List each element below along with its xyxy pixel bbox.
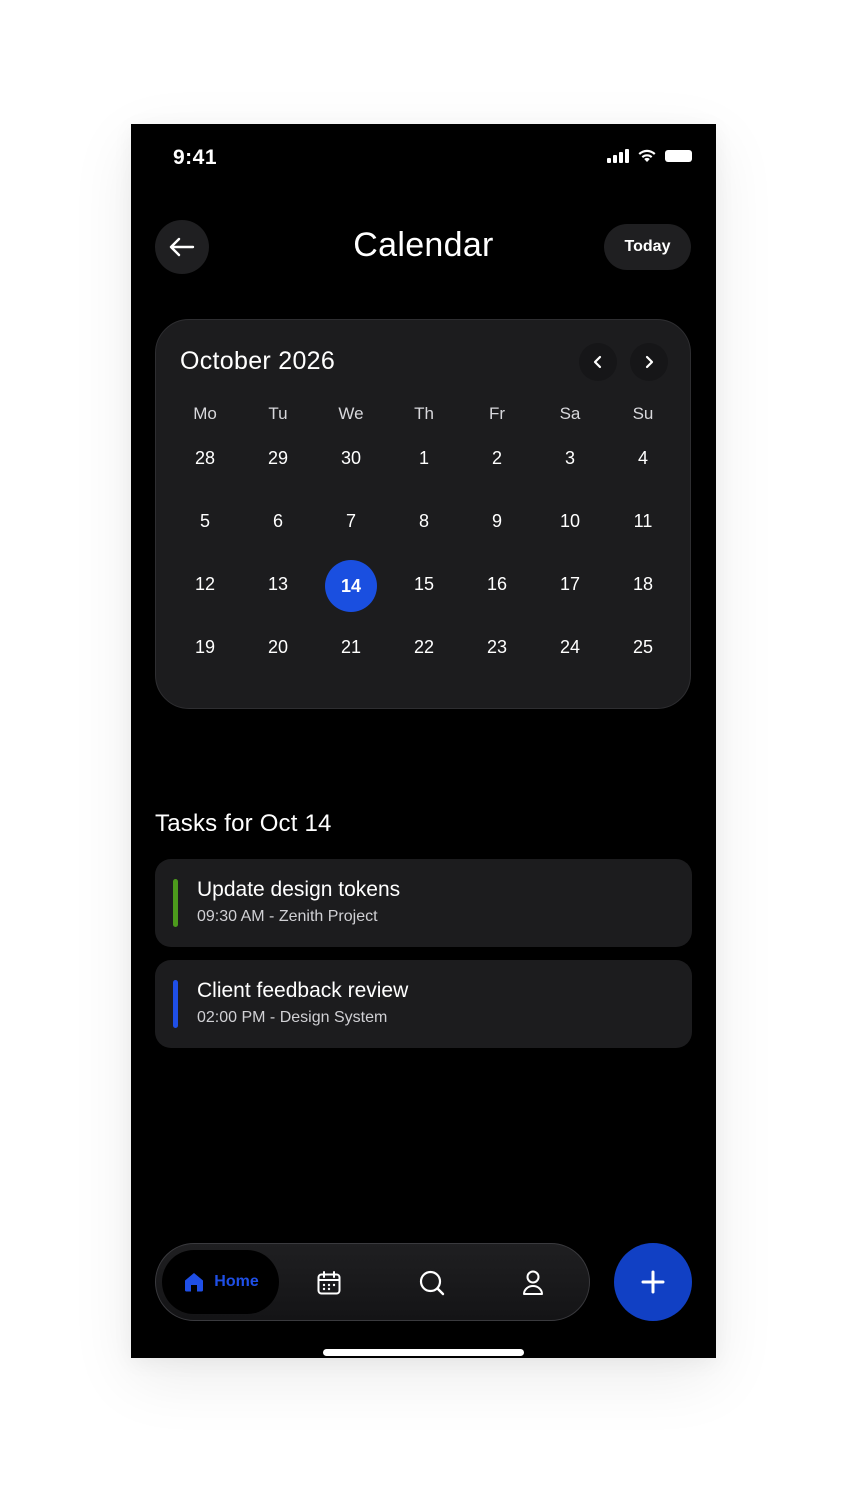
calendar-day[interactable]: 22 <box>394 637 454 658</box>
calendar-day[interactable]: 28 <box>175 448 235 469</box>
calendar-day[interactable]: 11 <box>613 511 673 532</box>
calendar-day[interactable]: 18 <box>613 574 673 595</box>
weekday-label: Th <box>414 404 434 423</box>
home-indicator <box>323 1349 524 1356</box>
nav-home-label: Home <box>214 1273 259 1290</box>
task-subtitle: 09:30 AM - Zenith Project <box>197 908 378 925</box>
calendar-day[interactable]: 30 <box>321 448 381 469</box>
calendar-day[interactable]: 17 <box>540 574 600 595</box>
nav-calendar-tab[interactable] <box>314 1268 344 1298</box>
calendar-day[interactable]: 5 <box>175 511 235 532</box>
bottom-nav: Home <box>155 1243 590 1321</box>
battery-icon <box>665 149 692 162</box>
plus-icon <box>641 1270 665 1294</box>
calendar-day[interactable]: 10 <box>540 511 600 532</box>
phone-screen: 9:41 Calendar Today October 2026 Mo Tu W… <box>131 124 716 1358</box>
nav-profile-tab[interactable] <box>518 1268 548 1298</box>
wifi-icon <box>638 149 656 162</box>
add-task-button[interactable] <box>614 1243 692 1321</box>
calendar-grid: Mo Tu We Th Fr Sa Su 28 29 30 1 2 3 4 5 6 7 8 9 10 11 12 13 14 1… <box>156 320 690 708</box>
nav-search-tab[interactable] <box>417 1268 447 1298</box>
calendar-day[interactable]: 2 <box>467 448 527 469</box>
task-title: Client feedback review <box>197 979 409 1002</box>
calendar-day[interactable]: 3 <box>540 448 600 469</box>
calendar-day[interactable]: 4 <box>613 448 673 469</box>
weekday-label: Sa <box>559 404 581 423</box>
task-title: Update design tokens <box>197 878 401 901</box>
tasks-heading: Tasks for Oct 14 <box>155 810 332 837</box>
calendar-day[interactable]: 23 <box>467 637 527 658</box>
calendar-day[interactable]: 7 <box>321 511 381 532</box>
signal-icon <box>607 148 629 163</box>
calendar-day[interactable]: 16 <box>467 574 527 595</box>
calendar-day[interactable]: 6 <box>248 511 308 532</box>
home-icon <box>185 1273 204 1292</box>
profile-icon <box>523 1270 543 1295</box>
today-button[interactable]: Today <box>604 224 691 270</box>
calendar-day[interactable]: 19 <box>175 637 235 658</box>
task-card[interactable]: Update design tokens 09:30 AM - Zenith P… <box>155 859 692 947</box>
status-icons <box>607 148 692 163</box>
calendar-card: October 2026 Mo Tu We Th Fr Sa Su 28 29 30 1 2 3 4 5 6 7… <box>155 319 691 709</box>
calendar-day[interactable]: 24 <box>540 637 600 658</box>
weekday-label: Su <box>632 404 654 423</box>
weekday-label: Tu <box>268 404 288 423</box>
calendar-day[interactable]: 13 <box>248 574 308 595</box>
weekday-label: Mo <box>193 404 217 423</box>
search-icon <box>419 1270 445 1296</box>
task-subtitle: 02:00 PM - Design System <box>197 1009 388 1026</box>
status-time: 9:41 <box>173 146 218 169</box>
calendar-day[interactable]: 12 <box>175 574 235 595</box>
calendar-day[interactable]: 21 <box>321 637 381 658</box>
task-card[interactable]: Client feedback review 02:00 PM - Design… <box>155 960 692 1048</box>
calendar-day[interactable]: 29 <box>248 448 308 469</box>
calendar-icon <box>317 1271 341 1295</box>
weekday-label: Fr <box>488 404 506 423</box>
calendar-day[interactable]: 9 <box>467 511 527 532</box>
calendar-day[interactable]: 20 <box>248 637 308 658</box>
weekday-label: We <box>338 404 364 423</box>
calendar-day[interactable]: 1 <box>394 448 454 469</box>
calendar-day-selected[interactable]: 14 <box>325 560 377 612</box>
nav-home-tab[interactable]: Home <box>162 1250 279 1314</box>
task-color-bar <box>173 879 178 927</box>
task-color-bar <box>173 980 178 1028</box>
calendar-day[interactable]: 8 <box>394 511 454 532</box>
calendar-day[interactable]: 25 <box>613 637 673 658</box>
calendar-day[interactable]: 15 <box>394 574 454 595</box>
